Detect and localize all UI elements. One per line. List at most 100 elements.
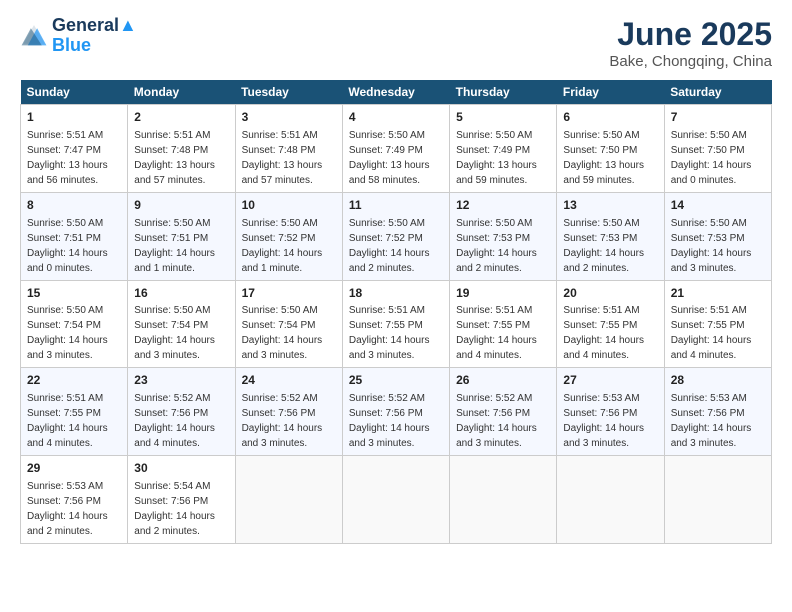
- day-info: Sunrise: 5:54 AMSunset: 7:56 PMDaylight:…: [134, 479, 228, 539]
- day-number: 9: [134, 197, 228, 214]
- calendar-week-row: 1 Sunrise: 5:51 AMSunset: 7:47 PMDaylight…: [21, 105, 772, 193]
- day-info: Sunrise: 5:50 AMSunset: 7:50 PMDaylight:…: [563, 128, 657, 188]
- day-number: 24: [242, 372, 336, 389]
- day-number: 18: [349, 285, 443, 302]
- day-number: 11: [349, 197, 443, 214]
- day-number: 25: [349, 372, 443, 389]
- calendar-week-row: 29 Sunrise: 5:53 AMSunset: 7:56 PMDayligh…: [21, 456, 772, 544]
- title-block: June 2025 Bake, Chongqing, China: [609, 16, 772, 70]
- day-number: 30: [134, 460, 228, 477]
- logo-icon: [20, 22, 48, 50]
- day-info: Sunrise: 5:50 AMSunset: 7:54 PMDaylight:…: [27, 303, 121, 363]
- day-number: 29: [27, 460, 121, 477]
- calendar-day-cell: [557, 456, 664, 544]
- calendar-day-cell: 1 Sunrise: 5:51 AMSunset: 7:47 PMDaylight…: [21, 105, 128, 193]
- day-of-week-header: Friday: [557, 80, 664, 105]
- day-info: Sunrise: 5:50 AMSunset: 7:53 PMDaylight:…: [456, 216, 550, 276]
- calendar-day-cell: 26 Sunrise: 5:52 AMSunset: 7:56 PMDayligh…: [450, 368, 557, 456]
- day-number: 10: [242, 197, 336, 214]
- calendar-day-cell: 12 Sunrise: 5:50 AMSunset: 7:53 PMDayligh…: [450, 192, 557, 280]
- day-number: 22: [27, 372, 121, 389]
- calendar-day-cell: [664, 456, 771, 544]
- calendar-day-cell: 18Sunrise: 5:51 AMSunset: 7:55 PMDayligh…: [342, 280, 449, 368]
- calendar-day-cell: 5Sunrise: 5:50 AMSunset: 7:49 PMDaylight…: [450, 105, 557, 193]
- day-info: Sunrise: 5:53 AMSunset: 7:56 PMDaylight:…: [563, 391, 657, 451]
- day-info: Sunrise: 5:50 AMSunset: 7:50 PMDaylight:…: [671, 128, 765, 188]
- calendar-day-cell: 16Sunrise: 5:50 AMSunset: 7:54 PMDayligh…: [128, 280, 235, 368]
- calendar-week-row: 15Sunrise: 5:50 AMSunset: 7:54 PMDayligh…: [21, 280, 772, 368]
- day-info: Sunrise: 5:52 AMSunset: 7:56 PMDaylight:…: [134, 391, 228, 451]
- day-number: 26: [456, 372, 550, 389]
- day-info: Sunrise: 5:52 AMSunset: 7:56 PMDaylight:…: [349, 391, 443, 451]
- day-number: 4: [349, 109, 443, 126]
- calendar-day-cell: 8 Sunrise: 5:50 AMSunset: 7:51 PMDaylight…: [21, 192, 128, 280]
- calendar-day-cell: 22Sunrise: 5:51 AMSunset: 7:55 PMDayligh…: [21, 368, 128, 456]
- day-number: 17: [242, 285, 336, 302]
- day-info: Sunrise: 5:53 AMSunset: 7:56 PMDaylight:…: [671, 391, 765, 451]
- day-number: 23: [134, 372, 228, 389]
- calendar-day-cell: 7 Sunrise: 5:50 AMSunset: 7:50 PMDaylight…: [664, 105, 771, 193]
- page-subtitle: Bake, Chongqing, China: [609, 53, 772, 70]
- page-title: June 2025: [609, 16, 772, 53]
- day-info: Sunrise: 5:52 AMSunset: 7:56 PMDaylight:…: [242, 391, 336, 451]
- day-number: 3: [242, 109, 336, 126]
- calendar-day-cell: [342, 456, 449, 544]
- day-of-week-header: Saturday: [664, 80, 771, 105]
- calendar-day-cell: 9Sunrise: 5:50 AMSunset: 7:51 PMDaylight…: [128, 192, 235, 280]
- logo: General▲ Blue: [20, 16, 137, 56]
- day-info: Sunrise: 5:50 AMSunset: 7:49 PMDaylight:…: [456, 128, 550, 188]
- logo-text: General▲ Blue: [52, 16, 137, 56]
- calendar-day-cell: 4 Sunrise: 5:50 AMSunset: 7:49 PMDaylight…: [342, 105, 449, 193]
- day-number: 27: [563, 372, 657, 389]
- day-number: 20: [563, 285, 657, 302]
- calendar-day-cell: 25 Sunrise: 5:52 AMSunset: 7:56 PMDayligh…: [342, 368, 449, 456]
- calendar-day-cell: 15Sunrise: 5:50 AMSunset: 7:54 PMDayligh…: [21, 280, 128, 368]
- day-info: Sunrise: 5:50 AMSunset: 7:52 PMDaylight:…: [242, 216, 336, 276]
- day-info: Sunrise: 5:50 AMSunset: 7:49 PMDaylight:…: [349, 128, 443, 188]
- day-number: 1: [27, 109, 121, 126]
- day-number: 8: [27, 197, 121, 214]
- day-of-week-header: Monday: [128, 80, 235, 105]
- calendar-day-cell: 10 Sunrise: 5:50 AMSunset: 7:52 PMDayligh…: [235, 192, 342, 280]
- calendar-day-cell: [450, 456, 557, 544]
- day-info: Sunrise: 5:50 AMSunset: 7:52 PMDaylight:…: [349, 216, 443, 276]
- day-number: 7: [671, 109, 765, 126]
- day-number: 14: [671, 197, 765, 214]
- calendar-day-cell: 30 Sunrise: 5:54 AMSunset: 7:56 PMDayligh…: [128, 456, 235, 544]
- day-info: Sunrise: 5:51 AMSunset: 7:55 PMDaylight:…: [456, 303, 550, 363]
- day-of-week-header: Sunday: [21, 80, 128, 105]
- calendar-day-cell: 20Sunrise: 5:51 AMSunset: 7:55 PMDayligh…: [557, 280, 664, 368]
- day-info: Sunrise: 5:50 AMSunset: 7:51 PMDaylight:…: [27, 216, 121, 276]
- calendar-day-cell: [235, 456, 342, 544]
- day-info: Sunrise: 5:51 AMSunset: 7:55 PMDaylight:…: [349, 303, 443, 363]
- day-info: Sunrise: 5:50 AMSunset: 7:54 PMDaylight:…: [134, 303, 228, 363]
- day-info: Sunrise: 5:50 AMSunset: 7:54 PMDaylight:…: [242, 303, 336, 363]
- day-number: 15: [27, 285, 121, 302]
- day-info: Sunrise: 5:53 AMSunset: 7:56 PMDaylight:…: [27, 479, 121, 539]
- calendar-week-row: 22Sunrise: 5:51 AMSunset: 7:55 PMDayligh…: [21, 368, 772, 456]
- calendar-week-row: 8 Sunrise: 5:50 AMSunset: 7:51 PMDaylight…: [21, 192, 772, 280]
- calendar-day-cell: 23 Sunrise: 5:52 AMSunset: 7:56 PMDayligh…: [128, 368, 235, 456]
- calendar-header-row: SundayMondayTuesdayWednesdayThursdayFrid…: [21, 80, 772, 105]
- calendar-day-cell: 13Sunrise: 5:50 AMSunset: 7:53 PMDayligh…: [557, 192, 664, 280]
- day-info: Sunrise: 5:52 AMSunset: 7:56 PMDaylight:…: [456, 391, 550, 451]
- calendar-day-cell: 17Sunrise: 5:50 AMSunset: 7:54 PMDayligh…: [235, 280, 342, 368]
- calendar-table: SundayMondayTuesdayWednesdayThursdayFrid…: [20, 80, 772, 544]
- calendar-body: 1 Sunrise: 5:51 AMSunset: 7:47 PMDaylight…: [21, 105, 772, 544]
- calendar-day-cell: 27 Sunrise: 5:53 AMSunset: 7:56 PMDayligh…: [557, 368, 664, 456]
- calendar-day-cell: 11 Sunrise: 5:50 AMSunset: 7:52 PMDayligh…: [342, 192, 449, 280]
- calendar-day-cell: 3Sunrise: 5:51 AMSunset: 7:48 PMDaylight…: [235, 105, 342, 193]
- day-info: Sunrise: 5:51 AMSunset: 7:47 PMDaylight:…: [27, 128, 121, 188]
- day-info: Sunrise: 5:51 AMSunset: 7:55 PMDaylight:…: [563, 303, 657, 363]
- day-of-week-header: Wednesday: [342, 80, 449, 105]
- day-info: Sunrise: 5:51 AMSunset: 7:48 PMDaylight:…: [134, 128, 228, 188]
- calendar-day-cell: 29 Sunrise: 5:53 AMSunset: 7:56 PMDayligh…: [21, 456, 128, 544]
- calendar-day-cell: 24 Sunrise: 5:52 AMSunset: 7:56 PMDayligh…: [235, 368, 342, 456]
- day-number: 2: [134, 109, 228, 126]
- calendar-day-cell: 2 Sunrise: 5:51 AMSunset: 7:48 PMDaylight…: [128, 105, 235, 193]
- day-number: 13: [563, 197, 657, 214]
- day-of-week-header: Tuesday: [235, 80, 342, 105]
- day-number: 28: [671, 372, 765, 389]
- day-number: 21: [671, 285, 765, 302]
- day-number: 12: [456, 197, 550, 214]
